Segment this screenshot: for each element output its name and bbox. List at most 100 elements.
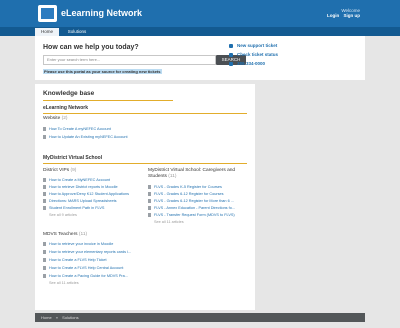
article-link[interactable]: How to Update An Existing myNEFEC Accoun…: [43, 135, 153, 139]
footer-bar: Home » Solutions: [35, 313, 365, 322]
article-title: How to Create a FLVS Help Central Accoun…: [49, 266, 124, 270]
article-title: How to retrieve District reports in Mood…: [49, 185, 118, 189]
article-link[interactable]: FLVS - Annex Education - Parent Directio…: [148, 206, 251, 210]
document-icon: [43, 250, 46, 254]
document-icon: [148, 206, 151, 210]
tab-home[interactable]: Home: [35, 28, 59, 36]
folder-caregivers-students[interactable]: MyDistrict Virtual School: Caregivers an…: [148, 168, 253, 180]
article-title: How to retrieve your elementary reports …: [49, 250, 132, 254]
document-icon: [148, 199, 151, 203]
kb-title: Knowledge base: [43, 90, 95, 97]
article-title: Student Enrollment Path in FLVS: [49, 206, 105, 210]
check-status-link[interactable]: Check ticket status: [229, 52, 278, 57]
article-link[interactable]: How to Create a FLVS Help Ticket: [43, 258, 143, 262]
category-divider: [43, 113, 247, 114]
nav-tabs: Home Solutions: [0, 27, 400, 36]
folder-district-vips[interactable]: District VIPs (9): [43, 168, 76, 173]
document-icon: [43, 178, 46, 182]
document-icon: [148, 213, 151, 217]
article-link[interactable]: How to retrieve your invoice in Moodle: [43, 242, 143, 246]
document-icon: [148, 192, 151, 196]
article-link[interactable]: FLVS - Grades K-5 Register for Courses: [148, 185, 251, 189]
breadcrumb: Home » Solutions: [41, 315, 82, 320]
document-icon: [43, 185, 46, 189]
article-link[interactable]: Directions: MARS Upload Spreadsheets: [43, 199, 143, 203]
folder-name: MDVS Teachers: [43, 232, 78, 237]
article-title: Directions: MARS Upload Spreadsheets: [49, 199, 117, 203]
category-divider: [43, 163, 247, 164]
document-icon: [43, 192, 46, 196]
document-icon: [43, 266, 46, 270]
article-title: How to Create a FLVS Help Ticket: [49, 258, 107, 262]
article-title: FLVS - Grades 6-12 Register for Courses: [154, 192, 224, 196]
article-title: How to Create a Pacing Guide for MDVS Pr…: [49, 274, 128, 278]
auth-links: Login Sign up: [324, 13, 360, 18]
article-link[interactable]: Student Enrollment Path in FLVS: [43, 206, 143, 210]
list-icon: [229, 52, 233, 57]
search-title: How can we help you today?: [43, 44, 139, 51]
article-title: How to Approve/Deny K12 Student Applicat…: [49, 192, 129, 196]
article-title: How to Update An Existing myNEFEC Accoun…: [49, 135, 128, 139]
document-icon: [148, 185, 151, 189]
folder-count: (2): [61, 116, 68, 121]
logo[interactable]: [38, 5, 57, 22]
knowledge-base-panel: Knowledge base eLearning Network Website…: [35, 84, 255, 310]
new-ticket-label: New support ticket: [237, 43, 278, 48]
article-link[interactable]: How to Create a MyNEFEC Account: [43, 178, 143, 182]
article-title: FLVS - Grades 6-12 Register for More tha…: [154, 199, 234, 203]
folder-name: District VIPs: [43, 168, 70, 173]
folder-website[interactable]: Website (2): [43, 116, 67, 121]
breadcrumb-solutions[interactable]: Solutions: [62, 315, 78, 320]
see-all-link[interactable]: See all 11 articles: [49, 281, 79, 285]
logo-mark: [41, 8, 54, 19]
article-link[interactable]: How To Create A myNEFEC Account: [43, 127, 143, 131]
breadcrumb-separator: »: [55, 315, 59, 320]
article-link[interactable]: FLVS - Grades 6-12 Register for More tha…: [148, 199, 251, 203]
kb-divider: [43, 100, 173, 101]
site-header: eLearning Network Welcome Login Sign up: [0, 0, 400, 27]
article-link[interactable]: FLVS - Grades 6-12 Register for Courses: [148, 192, 251, 196]
tab-solutions[interactable]: Solutions: [62, 28, 92, 36]
breadcrumb-home[interactable]: Home: [41, 315, 52, 320]
document-icon: [43, 274, 46, 278]
login-link[interactable]: Login: [327, 13, 339, 18]
check-status-label: Check ticket status: [237, 52, 279, 57]
phone-label: 386-334-0000: [237, 61, 266, 66]
signup-link[interactable]: Sign up: [344, 13, 361, 18]
folder-count: (9): [70, 168, 77, 173]
portal-hint: Please use this portal as your source fo…: [43, 69, 162, 74]
folder-name: MyDistrict Virtual School: Caregivers an…: [148, 168, 236, 179]
category-title[interactable]: MyDistrict Virtual School: [43, 155, 102, 161]
article-link[interactable]: How to Approve/Deny K12 Student Applicat…: [43, 192, 143, 196]
document-icon: [43, 206, 46, 210]
see-all-link[interactable]: See all 11 articles: [154, 220, 184, 224]
article-link[interactable]: FLVS - Transfer Request Form (MDVS to FL…: [148, 213, 251, 217]
category-title[interactable]: eLearning Network: [43, 105, 88, 111]
article-link[interactable]: How to Create a Pacing Guide for MDVS Pr…: [43, 274, 143, 278]
phone-icon: [229, 61, 233, 66]
document-icon: [43, 199, 46, 203]
site-title[interactable]: eLearning Network: [61, 8, 142, 18]
folder-count: (11): [78, 232, 88, 237]
search-input[interactable]: Enter your search term here...: [43, 55, 216, 65]
article-title: How to retrieve your invoice in Moodle: [49, 242, 114, 246]
article-title: FLVS - Annex Education - Parent Directio…: [154, 206, 235, 210]
see-all-link[interactable]: See all 9 articles: [49, 213, 77, 217]
document-icon: [43, 242, 46, 246]
article-link[interactable]: How to retrieve District reports in Mood…: [43, 185, 143, 189]
folder-mdvs-teachers[interactable]: MDVS Teachers (11): [43, 232, 87, 237]
article-title: FLVS - Transfer Request Form (MDVS to FL…: [154, 213, 235, 217]
folder-name: Website: [43, 116, 61, 121]
article-link[interactable]: How to retrieve your elementary reports …: [43, 250, 143, 254]
ticket-icon: [229, 43, 233, 48]
document-icon: [43, 127, 46, 131]
article-title: How to Create a MyNEFEC Account: [49, 178, 110, 182]
document-icon: [43, 135, 46, 139]
article-link[interactable]: How to Create a FLVS Help Central Accoun…: [43, 266, 143, 270]
article-title: FLVS - Grades K-5 Register for Courses: [154, 185, 222, 189]
document-icon: [43, 258, 46, 262]
article-title: How To Create A myNEFEC Account: [49, 127, 111, 131]
search-panel: How can we help you today? Enter your se…: [35, 36, 365, 80]
new-ticket-link[interactable]: New support ticket: [229, 43, 277, 48]
phone-link: 386-334-0000: [229, 61, 265, 66]
